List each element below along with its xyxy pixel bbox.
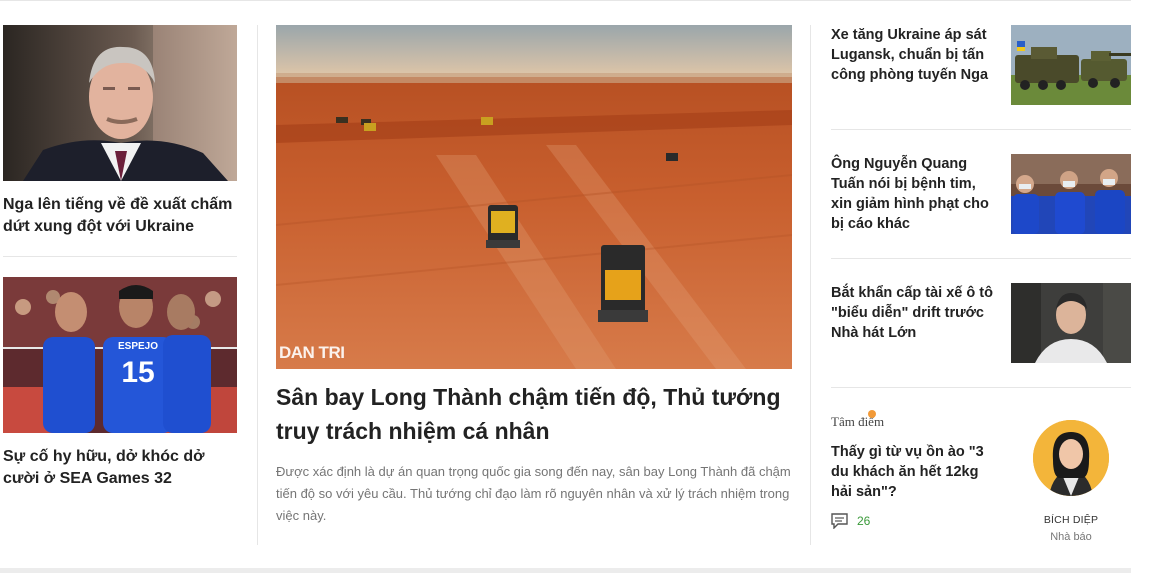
author-role: Nhà báo: [1050, 531, 1092, 543]
right-article-1: Xe tăng Ukraine áp sát Lugansk, chuẩn bị…: [831, 25, 1131, 105]
main-article-image[interactable]: DAN TRI: [276, 25, 792, 369]
article-thumbnail-volleyball[interactable]: ESPEJO 15: [3, 277, 237, 433]
jersey-number: 15: [121, 356, 154, 389]
bottom-divider: [0, 568, 1131, 573]
focus-section: Tâm điểm Thấy gì từ vụ ồn ào "3 du khách…: [831, 410, 1131, 550]
focus-dot-icon: [868, 410, 876, 418]
left-column: Nga lên tiếng về đề xuất chấm dứt xung đ…: [3, 25, 237, 490]
article-title-drift[interactable]: Bắt khẩn cấp tài xế ô tô "biểu diễn" dri…: [831, 283, 999, 343]
comment-icon: [831, 513, 848, 529]
article-title-seagames[interactable]: Sự cố hy hữu, dở khóc dở cười ở SEA Game…: [3, 446, 237, 490]
article-thumbnail-court[interactable]: [1011, 154, 1131, 234]
column-divider: [810, 25, 811, 545]
comment-count: 26: [857, 514, 871, 528]
focus-article-title[interactable]: Thấy gì từ vụ ồn ào "3 du khách ăn hết 1…: [831, 442, 1001, 502]
divider: [831, 258, 1131, 259]
article-title-kremlin[interactable]: Nga lên tiếng về đề xuất chấm dứt xung đ…: [3, 194, 237, 238]
author-name[interactable]: BÍCH DIỆP: [1021, 514, 1121, 526]
right-article-3: Bắt khẩn cấp tài xế ô tô "biểu diễn" dri…: [831, 283, 1131, 363]
watermark-logo: DAN TRI: [279, 343, 345, 362]
comment-link[interactable]: 26: [831, 513, 870, 529]
main-article-title[interactable]: Sân bay Long Thành chậm tiến độ, Thủ tướ…: [276, 380, 792, 448]
column-divider: [257, 25, 258, 545]
article-thumbnail-tank[interactable]: [1011, 25, 1131, 105]
divider: [831, 387, 1131, 388]
top-divider: [0, 0, 1131, 1]
divider: [3, 256, 237, 257]
author-avatar[interactable]: [1033, 420, 1109, 496]
article-thumbnail-suspect[interactable]: [1011, 283, 1131, 363]
divider: [831, 129, 1131, 130]
main-article-description: Được xác định là dự án quan trọng quốc g…: [276, 464, 791, 523]
article-title-court[interactable]: Ông Nguyễn Quang Tuấn nói bị bệnh tim, x…: [831, 154, 999, 234]
article-title-tank[interactable]: Xe tăng Ukraine áp sát Lugansk, chuẩn bị…: [831, 25, 999, 85]
focus-label: Tâm điểm: [831, 414, 885, 429]
jersey-name: ESPEJO: [118, 341, 158, 352]
right-article-2: Ông Nguyễn Quang Tuấn nói bị bệnh tim, x…: [831, 154, 1131, 234]
main-article: DAN TRI Sân bay Long Thành chậm tiến độ,…: [276, 25, 792, 527]
article-thumbnail-kremlin[interactable]: [3, 25, 237, 181]
